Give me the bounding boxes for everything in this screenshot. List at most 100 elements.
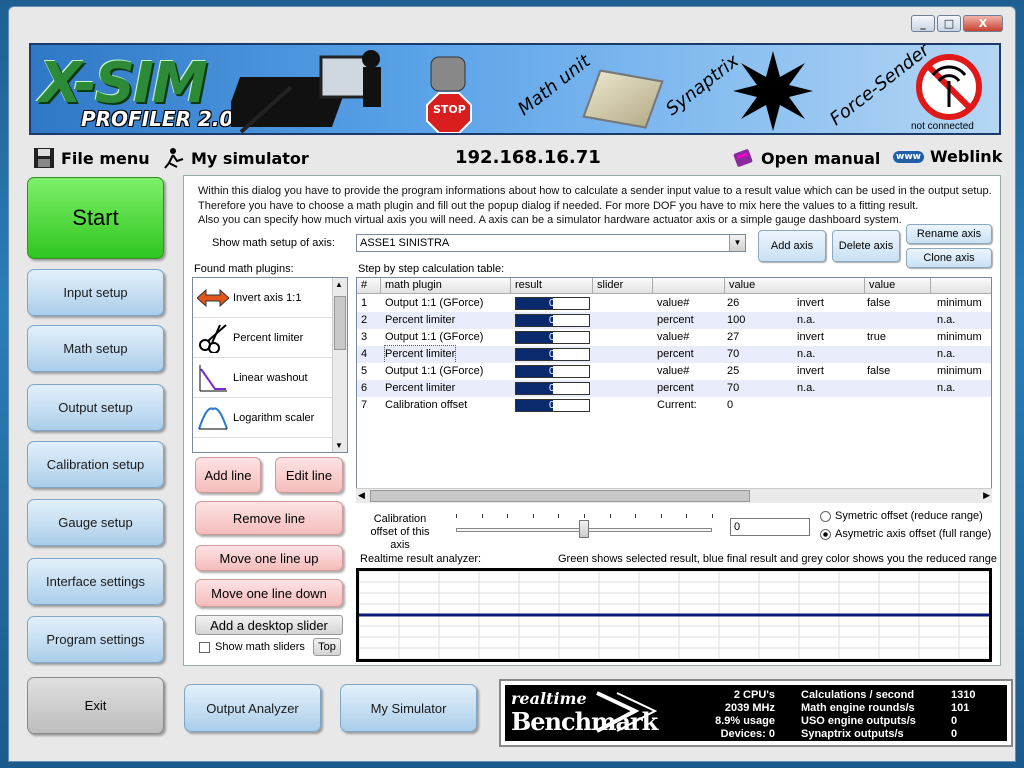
clone-axis-button[interactable]: Clone axis	[906, 248, 992, 268]
plugins-scrollbar[interactable]: ▲ ▼	[332, 278, 347, 452]
stat-label: Math engine rounds/s	[801, 702, 915, 714]
gauge-setup-button[interactable]: Gauge setup	[27, 499, 164, 546]
move-line-up-button[interactable]: Move one line up	[195, 545, 343, 571]
table-row[interactable]: 3 Output 1:1 (GForce) value# 27 invert true mi…	[357, 329, 991, 346]
table-row[interactable]: 4 Percent limiter percent 70 n.a. n.a. 0	[357, 345, 991, 364]
row-value: 26	[727, 297, 740, 309]
output-setup-button[interactable]: Output setup	[27, 384, 164, 431]
benchmark-stats-values: 1310 101 0 0	[951, 689, 975, 741]
minimize-button[interactable]: _	[911, 15, 935, 32]
top-button[interactable]: Top	[313, 638, 341, 656]
add-desktop-slider-button[interactable]: Add a desktop slider	[195, 615, 343, 635]
not-connected-icon	[916, 54, 982, 120]
interface-settings-button[interactable]: Interface settings	[27, 558, 164, 605]
delete-axis-button[interactable]: Delete axis	[832, 230, 900, 262]
menu-bar: File menu My simulator 192.168.16.71 Ope…	[29, 143, 1004, 171]
stat-value: 101	[951, 702, 970, 714]
symmetric-offset-radio[interactable]: Symetric offset (reduce range)	[820, 510, 983, 522]
result-value: 0	[549, 349, 555, 360]
slider-tick	[635, 514, 637, 518]
row-number: 2	[361, 314, 368, 326]
add-axis-button[interactable]: Add axis	[758, 230, 826, 262]
profiler-version-label: PROFILER 2.0	[81, 107, 234, 131]
slider-tick	[558, 514, 560, 518]
result-value: 0	[549, 383, 555, 394]
program-settings-button[interactable]: Program settings	[27, 616, 164, 663]
open-manual-link[interactable]: Open manual	[733, 147, 880, 169]
globe-icon: www	[893, 150, 924, 163]
scroll-down-icon[interactable]: ▼	[335, 441, 343, 450]
description-line: Also you can specify how much virtual ax…	[198, 214, 902, 226]
slider-tick	[507, 514, 509, 518]
plugin-item[interactable]: Invert axis 1:1	[193, 278, 333, 318]
my-simulator-menu[interactable]: My simulator	[163, 147, 309, 169]
table-row[interactable]: 2 Percent limiter percent 100 n.a. n.a. 0	[357, 312, 991, 329]
file-menu[interactable]: File menu	[33, 147, 150, 169]
output-analyzer-button[interactable]: Output Analyzer	[184, 684, 321, 732]
plugin-item[interactable]: Percent limiter	[193, 318, 333, 358]
panel-description: Within this dialog you have to provide t…	[198, 184, 993, 228]
description-line: Within this dialog you have to provide t…	[198, 185, 992, 197]
slider-tick	[686, 514, 688, 518]
plugin-item[interactable]: Linear washout	[193, 358, 333, 398]
table-row[interactable]: 1 Output 1:1 (GForce) value# 26 invert false m…	[357, 295, 991, 312]
column-header	[653, 278, 725, 294]
row-plugin-name: Percent limiter	[385, 382, 456, 394]
exit-button[interactable]: Exit	[27, 677, 164, 734]
table-horizontal-scrollbar[interactable]: ◀ ▶	[356, 488, 992, 503]
row-value: false	[867, 297, 891, 309]
plugin-item[interactable]: Logarithm scaler	[193, 398, 333, 438]
axis-select[interactable]: ASSE1 SINISTRA ▼	[356, 234, 746, 252]
row-value: value#	[657, 297, 690, 309]
row-value: true	[867, 331, 886, 343]
column-header: #	[357, 278, 381, 294]
rename-axis-button[interactable]: Rename axis	[906, 224, 992, 244]
calibration-offset-input[interactable]: 0	[730, 518, 810, 536]
result-bar: 0	[515, 331, 590, 344]
asymmetric-offset-radio[interactable]: Asymetric axis offset (full range)	[820, 528, 991, 540]
scrollbar-thumb[interactable]	[370, 490, 750, 502]
row-value: value#	[657, 365, 690, 377]
scroll-right-icon[interactable]: ▶	[983, 490, 990, 501]
calibration-setup-button[interactable]: Calibration setup	[27, 441, 164, 488]
my-simulator-button[interactable]: My Simulator	[340, 684, 477, 732]
column-header: value	[725, 278, 865, 294]
radio-checked-icon	[820, 528, 831, 540]
scrollbar-thumb[interactable]	[334, 296, 346, 350]
row-value: percent	[657, 382, 694, 394]
checkbox-icon	[199, 641, 210, 653]
input-setup-button[interactable]: Input setup	[27, 269, 164, 316]
weblink-link[interactable]: www Weblink	[893, 147, 1002, 166]
row-number: 1	[361, 297, 368, 309]
edit-line-button[interactable]: Edit line	[275, 457, 343, 493]
start-button[interactable]: Start	[27, 177, 164, 259]
result-bar: 0	[515, 348, 590, 361]
row-value: percent	[657, 314, 694, 326]
slider-tick	[481, 514, 483, 518]
calibration-slider-thumb[interactable]	[579, 520, 589, 538]
chevron-down-icon[interactable]: ▼	[729, 235, 745, 251]
cpu-info: 2 CPU's 2039 MHz 8.9% usage Devices: 0	[705, 689, 775, 741]
row-value: 27	[727, 331, 740, 343]
add-line-button[interactable]: Add line	[195, 457, 261, 493]
scroll-left-icon[interactable]: ◀	[358, 490, 365, 501]
close-button[interactable]: X	[963, 15, 1003, 32]
maximize-button[interactable]: □	[937, 15, 961, 32]
result-bar: 0	[515, 297, 590, 310]
math-setup-button[interactable]: Math setup	[27, 325, 164, 372]
table-row[interactable]: 6 Percent limiter percent 70 n.a. n.a. 0	[357, 380, 991, 397]
found-plugins-label: Found math plugins:	[194, 263, 294, 275]
result-value: 0	[549, 298, 555, 309]
description-line: Therefore you have to choose a math plug…	[198, 199, 919, 212]
show-math-sliders-checkbox[interactable]: Show math sliders	[199, 641, 305, 653]
table-row[interactable]: 7 Calibration offset Current: 0 0	[357, 397, 991, 414]
connection-status: not connected	[911, 121, 974, 132]
scroll-up-icon[interactable]: ▲	[335, 280, 343, 289]
analyzer-label: Realtime result analyzer:	[360, 553, 482, 565]
row-plugin-name: Percent limiter	[383, 345, 457, 364]
row-value: 0	[727, 399, 734, 411]
analyzer-graph	[358, 570, 989, 660]
move-line-down-button[interactable]: Move one line down	[195, 579, 343, 607]
table-row[interactable]: 5 Output 1:1 (GForce) value# 25 invert false m…	[357, 363, 991, 380]
remove-line-button[interactable]: Remove line	[195, 501, 343, 535]
